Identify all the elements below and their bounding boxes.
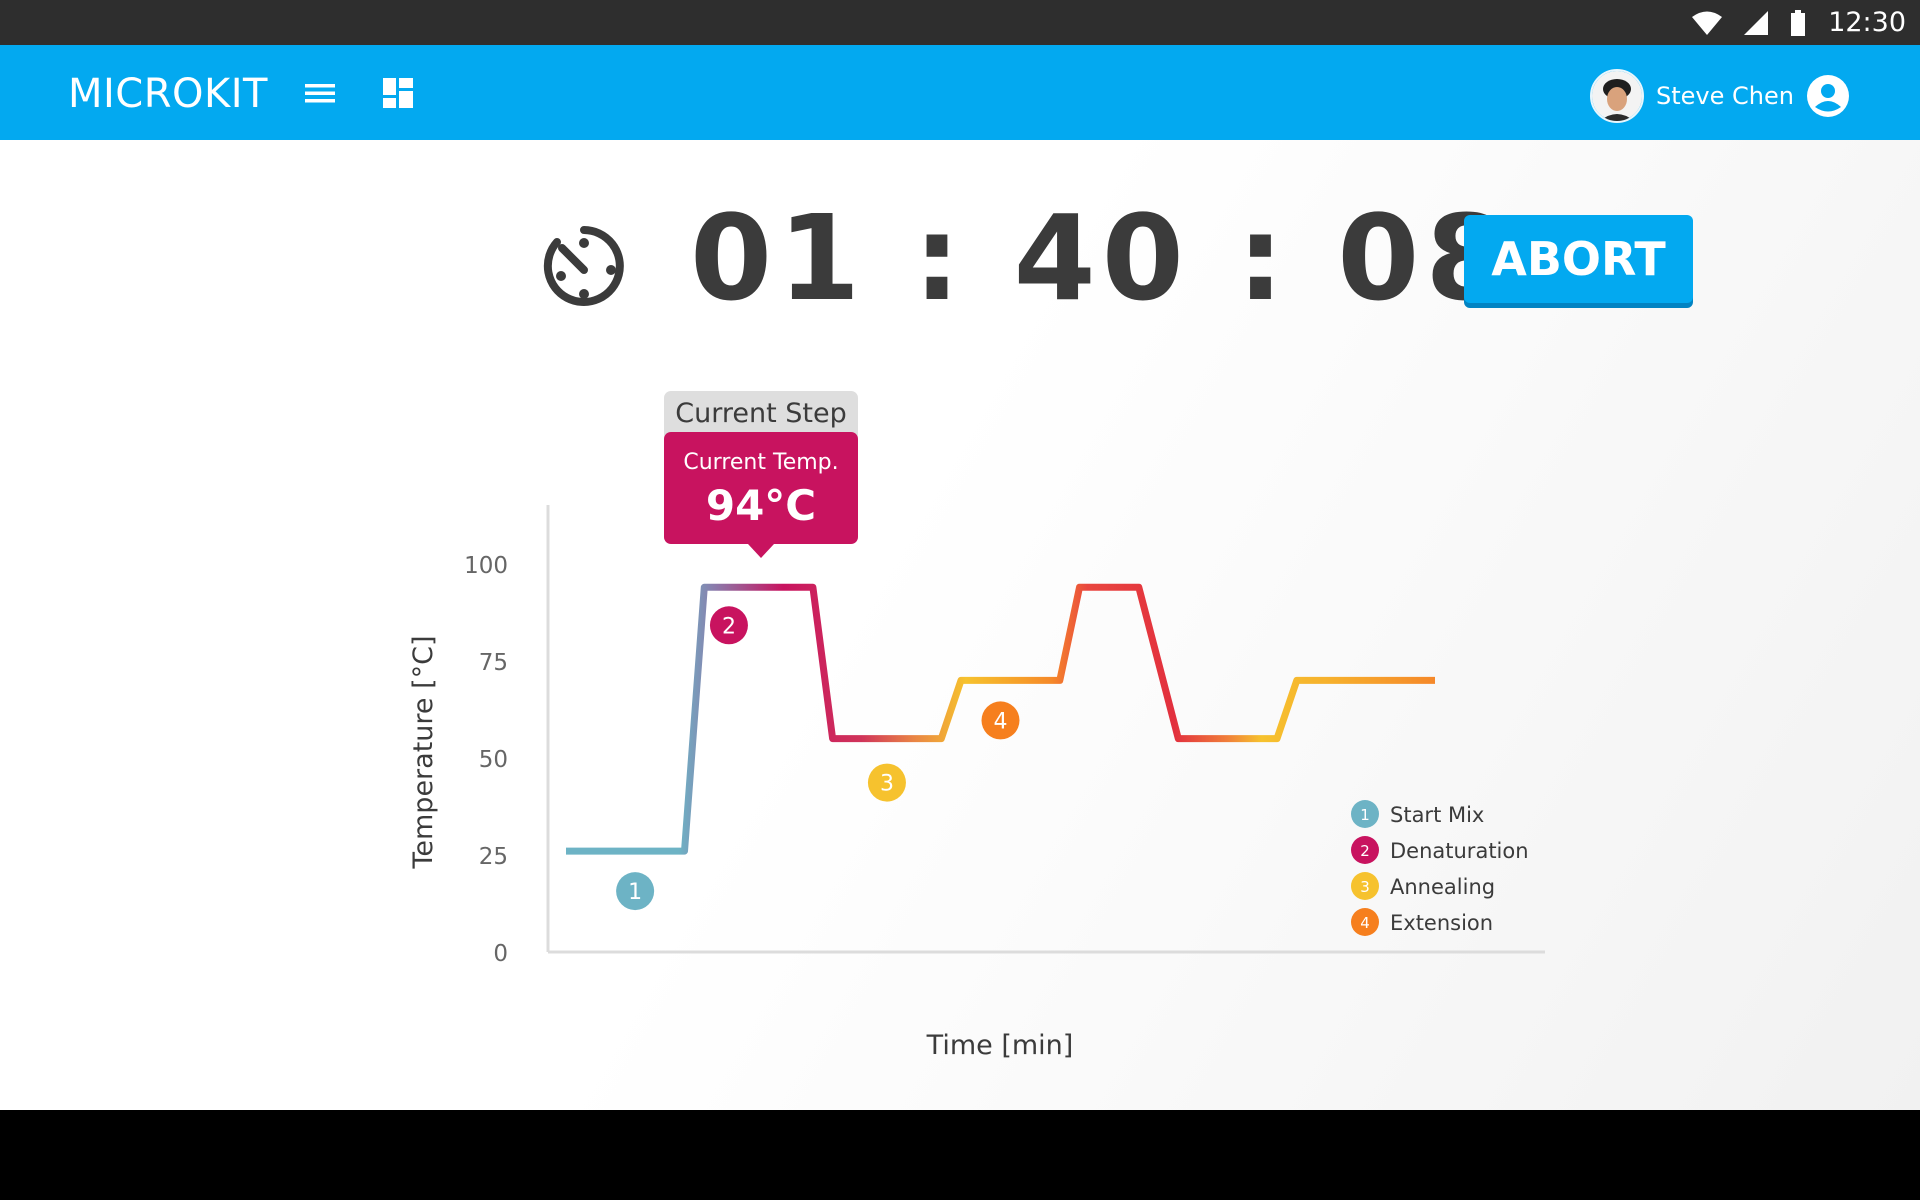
legend: 1 Start Mix 2 Denaturation 3 Annealing 4 Extens… [1351, 800, 1529, 936]
legend-marker-number: 4 [1360, 914, 1370, 932]
legend-marker-number: 2 [1360, 842, 1370, 860]
y-axis-label: Temperature [°C] [408, 635, 439, 869]
legend-label: Extension [1390, 911, 1493, 935]
current-temp-value: 94°C [706, 481, 816, 530]
legend-marker-number: 1 [1360, 806, 1370, 824]
x-axis-label: Time [min] [926, 1030, 1074, 1061]
current-step-tooltip: Current Step Current Temp. 94°C [664, 391, 858, 558]
legend-marker-number: 3 [1360, 878, 1370, 896]
current-temp-label: Current Temp. [683, 450, 838, 475]
step-marker-number: 3 [880, 772, 894, 797]
step-marker-number: 1 [628, 880, 642, 905]
legend-label: Start Mix [1390, 803, 1484, 827]
temperature-chart: 0 25 50 75 100 Temperature [°C] Time [min] 1… [408, 391, 1545, 1061]
legend-label: Denaturation [1390, 839, 1529, 863]
tooltip-pointer [748, 544, 774, 558]
current-step-header: Current Step [675, 398, 846, 429]
y-tick-labels: 0 25 50 75 100 [464, 553, 508, 967]
navigation-bar [0, 1110, 1920, 1200]
y-tick-label: 0 [493, 941, 508, 967]
step-marker-number: 2 [722, 614, 736, 639]
y-tick-label: 75 [479, 650, 508, 676]
y-tick-label: 25 [479, 844, 508, 870]
y-tick-label: 100 [464, 553, 508, 579]
step-marker-number: 4 [994, 709, 1008, 734]
y-tick-label: 50 [479, 747, 508, 773]
legend-label: Annealing [1390, 875, 1495, 899]
